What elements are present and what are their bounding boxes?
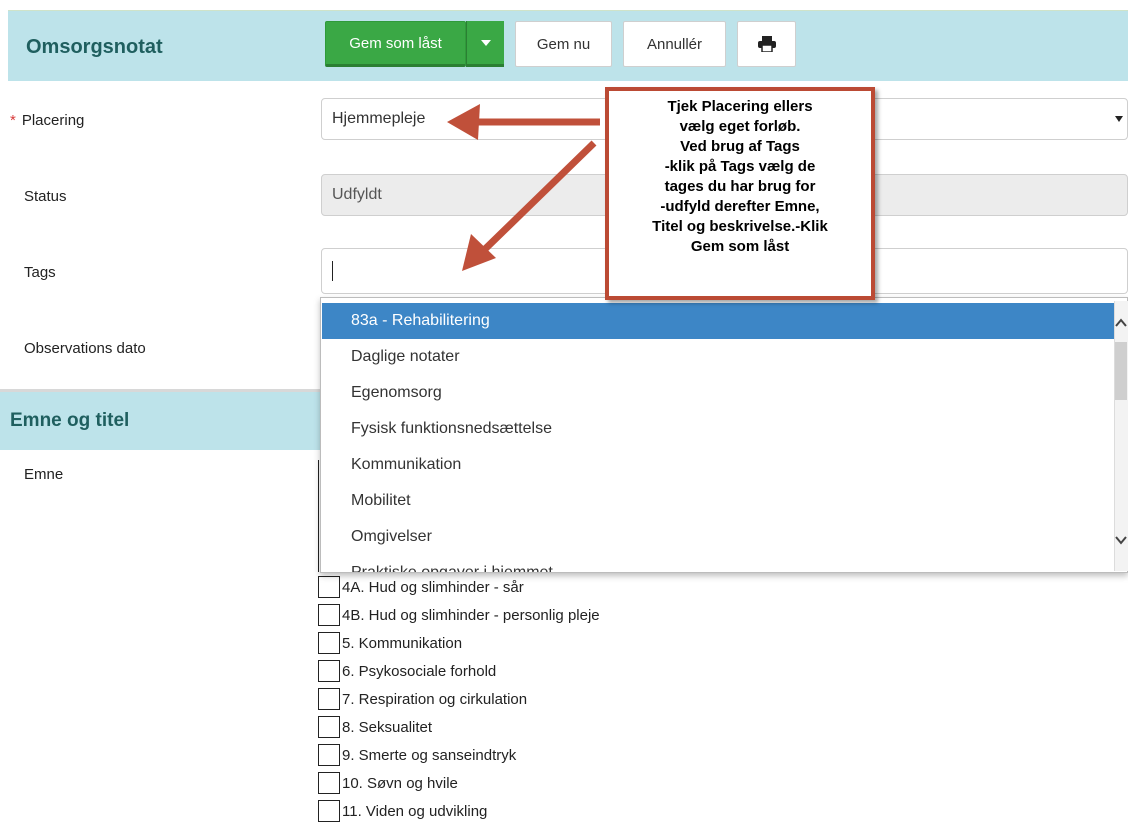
status-label: Status [24,188,67,205]
save-now-button[interactable]: Gem nu [515,21,612,67]
checkbox[interactable] [318,688,340,710]
checklist-item[interactable]: 7. Respiration og cirkulation [318,687,527,711]
checkbox[interactable] [318,716,340,738]
dropdown-option[interactable]: Mobilitet [322,483,1114,519]
checkbox[interactable] [318,576,340,598]
checklist-item[interactable]: 8. Seksualitet [318,715,432,739]
checkbox[interactable] [318,800,340,822]
checklist-item[interactable]: 6. Psykosociale forhold [318,659,496,683]
tags-label: Tags [24,264,56,281]
text-cursor [332,261,333,281]
scrollbar-thumb[interactable] [1115,342,1127,400]
checklist-item[interactable]: 4B. Hud og slimhinder - personlig pleje [318,603,600,627]
placering-value: Hjemmepleje [332,110,426,127]
checklist-item[interactable]: 4A. Hud og slimhinder - sår [318,575,524,599]
observations-label: Observations dato [24,340,146,357]
print-button[interactable] [737,21,796,67]
dropdown-option-83a[interactable]: 83a - Rehabilitering [322,303,1114,339]
checklist-item[interactable]: 11. Viden og udvikling [318,799,487,823]
printer-icon [757,36,776,52]
emne-label: Emne [24,466,64,483]
dropdown-option[interactable]: Omgivelser [322,519,1114,555]
checklist-item[interactable]: 9. Smerte og sanseindtryk [318,743,516,767]
cancel-button[interactable]: Annullér [623,21,726,67]
scroll-up-icon[interactable] [1114,316,1128,328]
placering-label: * Placering [10,112,85,129]
section-title: Emne og titel [10,410,130,431]
chevron-down-icon [1115,116,1123,122]
checklist-item[interactable]: 5. Kommunikation [318,631,462,655]
dropdown-option[interactable]: Praktiske opgaver i hjemmet [322,555,1114,572]
dropdown-option[interactable]: Egenomsorg [322,375,1114,411]
dropdown-option[interactable]: Daglige notater [322,339,1114,375]
save-options-dropdown-button[interactable] [466,21,504,67]
instruction-callout: Tjek Placering ellers vælg eget forløb. … [605,87,875,300]
dropdown-option[interactable]: Kommunikation [322,447,1114,483]
required-marker: * [10,112,16,129]
scroll-down-icon[interactable] [1114,534,1128,546]
checkbox[interactable] [318,632,340,654]
checkbox[interactable] [318,772,340,794]
caret-down-icon [480,39,491,46]
tags-dropdown-list: 83a - Rehabilitering Daglige notater Ege… [320,297,1128,573]
checkbox[interactable] [318,604,340,626]
page-title: Omsorgsnotat [26,36,163,58]
dropdown-option[interactable]: Fysisk funktionsnedsættelse [322,411,1114,447]
save-locked-button[interactable]: Gem som låst [325,21,466,67]
checkbox[interactable] [318,744,340,766]
checkbox[interactable] [318,660,340,682]
checklist-item[interactable]: 10. Søvn og hvile [318,771,458,795]
